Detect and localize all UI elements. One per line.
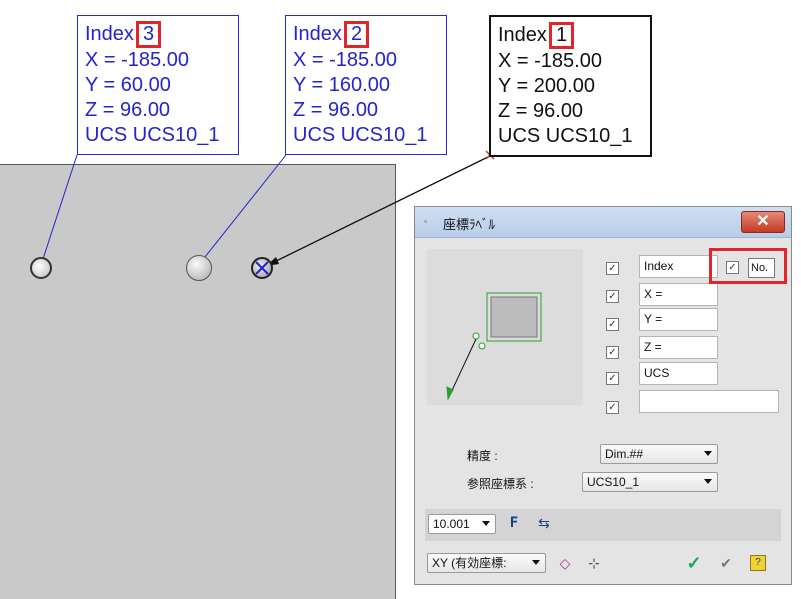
- ucs-value: UCS UCS10_1: [293, 124, 428, 146]
- z-field[interactable]: Z =: [639, 336, 718, 359]
- no-checkbox[interactable]: ✓: [726, 261, 739, 274]
- y-checkbox[interactable]: ✓: [606, 318, 619, 331]
- index-label: Index: [293, 23, 342, 45]
- ok-check-icon[interactable]: ✓: [685, 554, 703, 573]
- preview-graphic: [446, 292, 542, 401]
- leader-line-2: [200, 154, 287, 263]
- ucs-value: UCS UCS10_1: [498, 125, 633, 147]
- font-icon[interactable]: F: [505, 515, 523, 533]
- dialog-titlebar[interactable]: ▫ 座標ﾗﾍﾞﾙ ✕: [415, 207, 791, 238]
- coord-label-2[interactable]: Index 2 X = -185.00 Y = 160.00 Z = 96.00 …: [285, 15, 447, 155]
- plane-value: XY (有効座標:: [432, 556, 507, 570]
- index-value: 1: [548, 22, 575, 49]
- no-field[interactable]: No.: [748, 258, 775, 278]
- z-checkbox[interactable]: ✓: [606, 346, 619, 359]
- x-field[interactable]: X =: [639, 283, 718, 306]
- label-preview: [427, 249, 583, 405]
- dialog-title: 座標ﾗﾍﾞﾙ: [443, 217, 496, 232]
- point-1[interactable]: [251, 257, 273, 279]
- ref-ucs-select[interactable]: UCS10_1: [582, 472, 718, 492]
- x-value: X = -185.00: [85, 49, 189, 71]
- y-field[interactable]: Y =: [639, 308, 718, 331]
- scale-select[interactable]: 10.001: [428, 514, 496, 534]
- index-label: Index: [498, 24, 547, 46]
- custom-field[interactable]: [639, 390, 779, 413]
- book-icon[interactable]: ◇: [556, 555, 574, 573]
- z-value: Z = 96.00: [85, 99, 171, 121]
- scale-value: 10.001: [433, 517, 470, 531]
- custom-checkbox[interactable]: ✓: [606, 401, 619, 414]
- index-value: 2: [343, 21, 370, 48]
- ref-ucs-value: UCS10_1: [587, 475, 640, 489]
- coord-label-3[interactable]: Index 3 X = -185.00 Y = 60.00 Z = 96.00 U…: [77, 15, 239, 155]
- help-icon[interactable]: ?: [750, 555, 766, 571]
- index-checkbox[interactable]: ✓: [606, 262, 619, 275]
- y-value: Y = 200.00: [498, 75, 595, 97]
- chevron-down-icon: [532, 560, 540, 565]
- coord-label-1[interactable]: Index 1 X = -185.00 Y = 200.00 Z = 96.00 …: [489, 15, 652, 157]
- index-field[interactable]: Index: [639, 255, 718, 278]
- index-value: 3: [135, 21, 162, 48]
- ref-ucs-label: 参照座標系 :: [467, 477, 534, 491]
- chevron-down-icon: [704, 479, 712, 484]
- x-value: X = -185.00: [293, 49, 397, 71]
- point-2[interactable]: [186, 255, 212, 281]
- plane-select[interactable]: XY (有効座標:: [427, 553, 546, 573]
- app-icon: ▫: [424, 216, 428, 226]
- x-checkbox[interactable]: ✓: [606, 290, 619, 303]
- index-label: Index: [85, 23, 134, 45]
- ucs-value: UCS UCS10_1: [85, 124, 220, 146]
- close-button[interactable]: ✕: [741, 211, 785, 233]
- chevron-down-icon: [482, 521, 490, 526]
- leader-line-3: [41, 154, 78, 263]
- precision-select[interactable]: Dim.##: [600, 444, 718, 464]
- z-value: Z = 96.00: [293, 99, 379, 121]
- z-value: Z = 96.00: [498, 100, 584, 122]
- swap-icon[interactable]: ⇆: [535, 515, 553, 533]
- ucs-field[interactable]: UCS: [639, 362, 718, 385]
- coordinate-label-dialog: ▫ 座標ﾗﾍﾞﾙ ✕ ✓ Index ✓ X = ✓ Y = ✓ Z = ✓ U…: [414, 206, 792, 585]
- y-value: Y = 60.00: [85, 74, 171, 96]
- precision-value: Dim.##: [605, 447, 644, 461]
- point-3[interactable]: [30, 257, 52, 279]
- chevron-down-icon: [704, 451, 712, 456]
- apply-icon[interactable]: ✔: [717, 555, 735, 573]
- precision-label: 精度 :: [467, 449, 498, 463]
- x-value: X = -185.00: [498, 50, 602, 72]
- pick-point-icon[interactable]: ⊹: [585, 555, 603, 573]
- selected-cross-icon: [255, 261, 269, 275]
- ucs-checkbox[interactable]: ✓: [606, 372, 619, 385]
- y-value: Y = 160.00: [293, 74, 390, 96]
